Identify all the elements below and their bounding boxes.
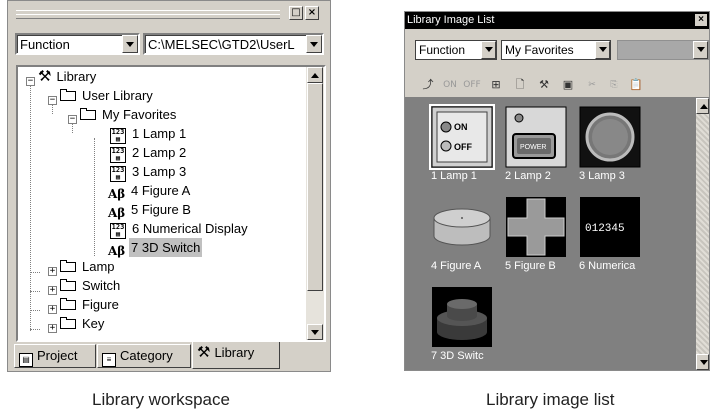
- image-list-caption: Library image list: [486, 390, 615, 409]
- paste-icon[interactable]: 📋: [627, 76, 645, 94]
- library-item[interactable]: 7 3D Switc: [431, 286, 499, 366]
- chevron-down-icon[interactable]: [481, 41, 496, 59]
- tree-item[interactable]: 123 ▦ 3 Lamp 3: [110, 162, 188, 182]
- folder-icon: [60, 317, 76, 329]
- copy-icon[interactable]: ⎘: [605, 76, 623, 94]
- library-image-list-window: Library Image List × Function My Favorit…: [404, 11, 710, 371]
- off-toggle-icon[interactable]: OFF: [463, 76, 481, 94]
- tree-node-user-library[interactable]: User Library: [60, 86, 155, 105]
- tree-node-switch[interactable]: Switch: [60, 276, 122, 295]
- maximize-icon[interactable]: □: [289, 6, 303, 20]
- chevron-down-icon: [693, 41, 708, 59]
- tree-item[interactable]: 123 ▦ 6 Numerical Display: [110, 219, 250, 239]
- tree-scrollbar[interactable]: [306, 67, 324, 340]
- expand-icon[interactable]: +: [48, 305, 57, 314]
- close-icon[interactable]: ×: [305, 6, 319, 20]
- expand-icon[interactable]: +: [48, 324, 57, 333]
- folder-icon: [60, 89, 76, 101]
- new-folder-icon[interactable]: ⊞: [487, 76, 505, 94]
- library-item[interactable]: 5 Figure B: [505, 196, 573, 276]
- numerical-display-thumbnail: 012345: [579, 196, 641, 258]
- numeric-object-icon: 123 ▦: [110, 166, 126, 182]
- library-item[interactable]: 3 Lamp 3: [579, 106, 647, 186]
- folder-icon: [60, 260, 76, 272]
- chevron-down-icon[interactable]: [595, 41, 610, 59]
- up-folder-icon[interactable]: ⤴: [419, 76, 437, 94]
- switch-on-text: ON: [454, 122, 468, 132]
- tree-item[interactable]: Aβ 4 Figure A: [108, 181, 192, 201]
- tab-project[interactable]: ▤ Project: [14, 344, 96, 368]
- function-combo[interactable]: Function: [415, 40, 497, 60]
- library-tools-icon: ⚒: [197, 344, 211, 361]
- cut-icon[interactable]: ✂: [583, 76, 601, 94]
- folder-icon: [60, 279, 76, 291]
- display-value: 012345: [585, 223, 625, 235]
- tree-item[interactable]: Aβ 5 Figure B: [108, 200, 193, 220]
- combo-toolbar: Function My Favorites: [405, 29, 709, 67]
- collapse-icon[interactable]: −: [26, 77, 35, 86]
- library-item[interactable]: 012345 6 Numerica: [579, 196, 647, 276]
- power-text: POWER: [520, 144, 546, 151]
- numeric-object-icon: 123 ▦: [110, 128, 126, 144]
- library-item[interactable]: 4 Figure A: [431, 196, 499, 276]
- favorites-combo[interactable]: My Favorites: [501, 40, 611, 60]
- library-tree[interactable]: − ⚒ Library − User Library − My Favorites…: [16, 65, 326, 342]
- expand-icon[interactable]: +: [48, 267, 57, 276]
- project-icon: ▤: [19, 353, 33, 367]
- cross-thumbnail: [505, 196, 567, 258]
- collapse-icon[interactable]: −: [68, 115, 77, 124]
- function-combo-value: Function: [20, 37, 70, 52]
- tree-node-key[interactable]: Key: [60, 314, 106, 333]
- library-workspace: □ × Function C:\MELSEC\GTD2\UserL − ⚒ Lib…: [7, 0, 331, 372]
- library-tools-icon[interactable]: ⚒: [535, 76, 553, 94]
- numeric-object-icon: 123 ▦: [110, 223, 126, 239]
- close-icon[interactable]: ×: [695, 14, 707, 26]
- expand-icon[interactable]: +: [48, 286, 57, 295]
- image-grid[interactable]: ON OFF 1 Lamp 1 POWER 2 Lamp 2 3 Lamp 3 …: [407, 98, 694, 370]
- folder-icon: [60, 298, 76, 310]
- round-lamp-thumbnail: [579, 106, 641, 168]
- library-item[interactable]: POWER 2 Lamp 2: [505, 106, 573, 186]
- 3d-switch-thumbnail: [431, 286, 493, 348]
- tree-node-figure[interactable]: Figure: [60, 295, 121, 314]
- workspace-caption: Library workspace: [92, 390, 230, 409]
- tree-item[interactable]: 123 ▦ 1 Lamp 1: [110, 124, 188, 144]
- scroll-up-icon[interactable]: [307, 67, 323, 83]
- cylinder-thumbnail: [431, 196, 493, 258]
- switch-thumbnail: ON OFF: [429, 104, 495, 170]
- tree-item-selected[interactable]: Aβ 7 3D Switch: [108, 238, 203, 258]
- category-icon: ≡: [102, 353, 116, 367]
- library-item[interactable]: ON OFF 1 Lamp 1: [429, 104, 499, 186]
- register-icon[interactable]: ▣: [559, 76, 577, 94]
- switch-off-text: OFF: [454, 142, 472, 152]
- on-toggle-icon[interactable]: ON: [441, 76, 459, 94]
- library-tools-icon: ⚒: [38, 68, 52, 85]
- new-item-icon[interactable]: 🗋: [511, 76, 529, 94]
- tree-node-library[interactable]: ⚒ Library: [38, 67, 98, 86]
- image-list-scrollbar[interactable]: [696, 98, 709, 370]
- tree-node-my-favorites[interactable]: My Favorites: [80, 105, 178, 124]
- tree-node-lamp[interactable]: Lamp: [60, 257, 117, 276]
- tab-category[interactable]: ≡ Category: [97, 344, 191, 368]
- numeric-object-icon: 123 ▦: [110, 147, 126, 163]
- tab-library[interactable]: ⚒ Library: [192, 342, 280, 369]
- window-title: Library Image List ×: [405, 12, 709, 29]
- path-combo-value: C:\MELSEC\GTD2\UserL: [148, 37, 295, 52]
- tree-item[interactable]: 123 ▦ 2 Lamp 2: [110, 143, 188, 163]
- favorites-folder-icon: [80, 108, 96, 120]
- disabled-combo: [617, 40, 709, 60]
- toolbar-grip-lower: [16, 14, 280, 19]
- power-switch-thumbnail: POWER: [505, 106, 567, 168]
- chevron-down-icon[interactable]: [306, 35, 322, 53]
- function-combo[interactable]: Function: [15, 33, 140, 55]
- path-combo[interactable]: C:\MELSEC\GTD2\UserL: [143, 33, 324, 55]
- scroll-down-icon[interactable]: [696, 354, 709, 370]
- scroll-thumb[interactable]: [307, 83, 323, 291]
- scroll-down-icon[interactable]: [307, 324, 323, 340]
- collapse-icon[interactable]: −: [48, 96, 57, 105]
- chevron-down-icon[interactable]: [122, 35, 138, 53]
- scroll-up-icon[interactable]: [696, 98, 709, 114]
